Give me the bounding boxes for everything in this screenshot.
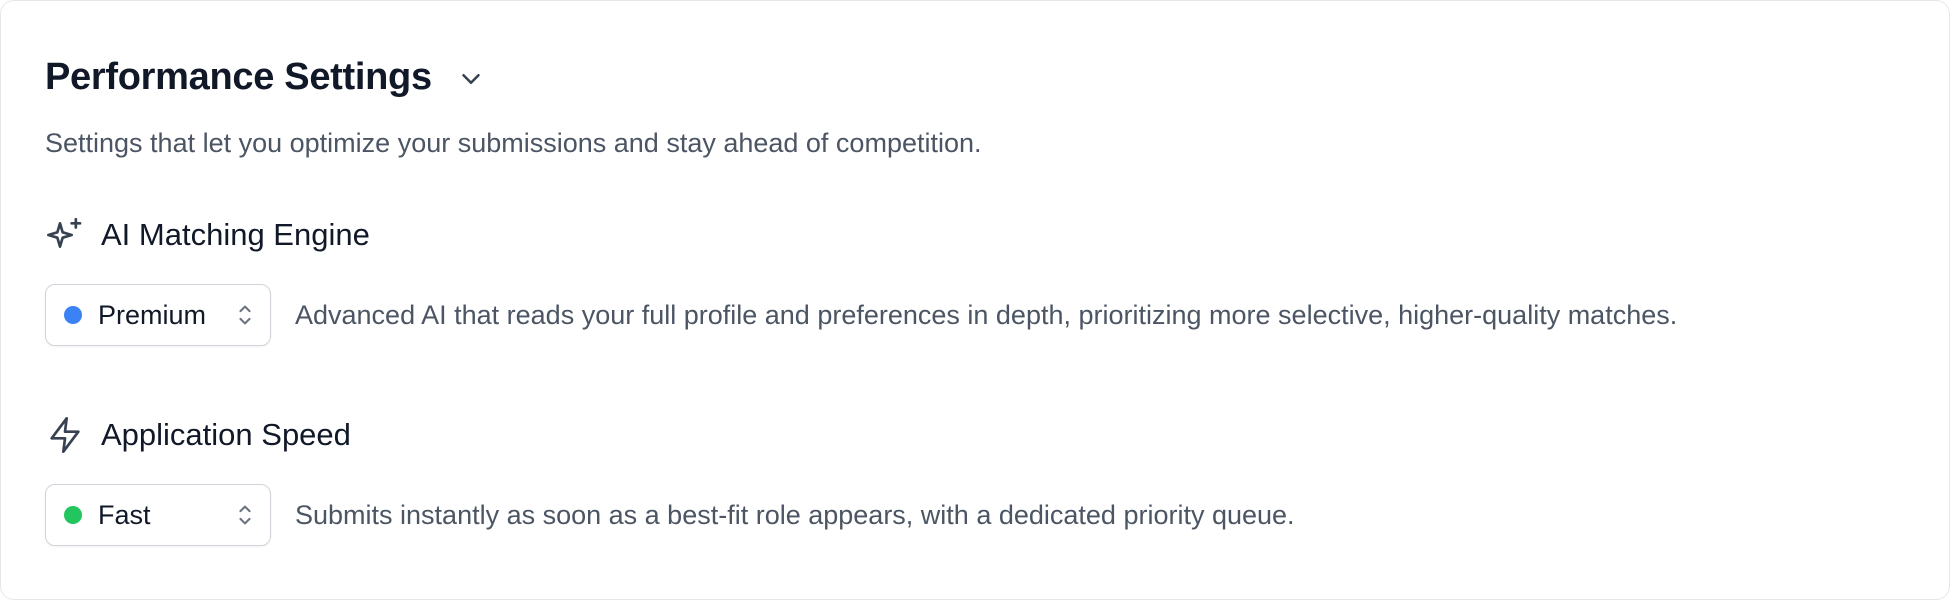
status-dot-green — [64, 506, 82, 524]
setting-description: Submits instantly as soon as a best-fit … — [295, 500, 1295, 530]
select-value: Premium — [98, 300, 207, 330]
select-value: Fast — [98, 500, 151, 530]
section-title: Performance Settings — [45, 56, 432, 98]
setting-title-application-speed: Application Speed — [45, 415, 351, 455]
setting-row-application-speed: Fast Submits instantly as soon as a best… — [45, 484, 1295, 546]
chevron-up-down-icon — [234, 300, 256, 330]
performance-settings-card: Performance Settings Settings that let y… — [0, 0, 1950, 600]
setting-label: AI Matching Engine — [101, 217, 370, 252]
setting-description: Advanced AI that reads your full profile… — [295, 300, 1678, 330]
setting-title-ai-matching-engine: AI Matching Engine — [45, 215, 370, 255]
application-speed-select[interactable]: Fast — [45, 484, 271, 546]
ai-matching-engine-select[interactable]: Premium — [45, 284, 271, 346]
status-dot-blue — [64, 306, 82, 324]
section-header-toggle[interactable]: Performance Settings — [45, 53, 488, 101]
setting-label: Application Speed — [101, 417, 351, 452]
chevron-up-down-icon — [234, 500, 256, 530]
setting-row-ai-matching-engine: Premium Advanced AI that reads your full… — [45, 284, 1677, 346]
chevron-down-icon[interactable] — [454, 62, 488, 96]
section-subtitle: Settings that let you optimize your subm… — [45, 128, 982, 158]
lightning-bolt-icon — [45, 415, 85, 455]
sparkles-icon — [45, 215, 85, 255]
